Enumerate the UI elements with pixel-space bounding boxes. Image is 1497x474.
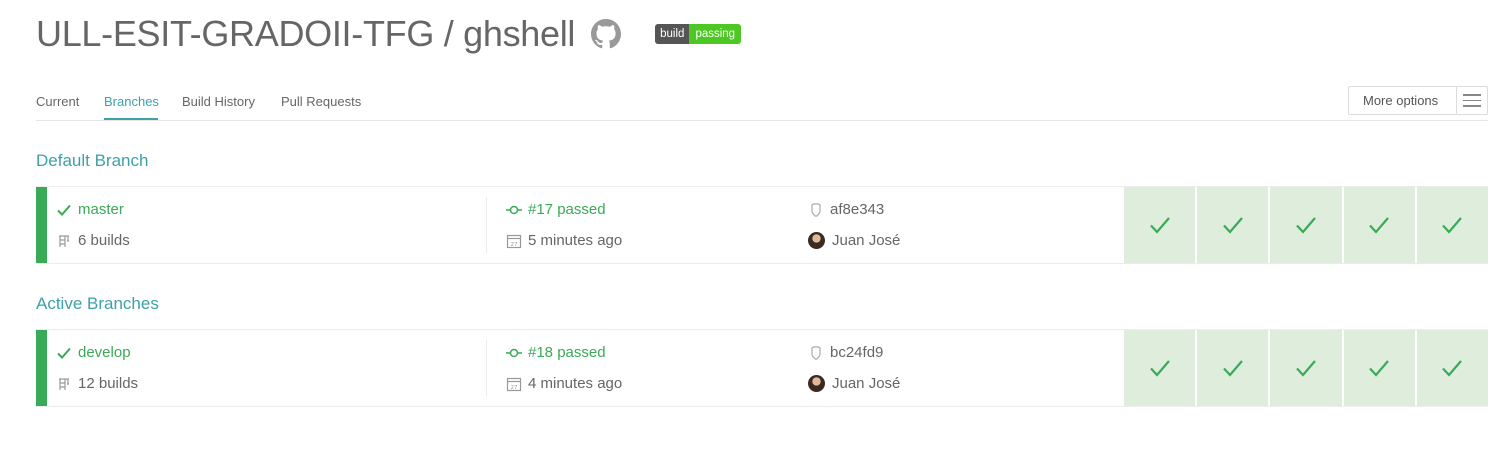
branch-name-cell[interactable]: develop	[56, 344, 131, 361]
default-branch-title: Default Branch	[36, 151, 149, 170]
github-commit-icon	[811, 202, 821, 217]
build-status-badge[interactable]: build passing	[655, 24, 742, 44]
matrix-cell[interactable]	[1124, 330, 1196, 406]
tab-branches[interactable]: Branches	[104, 94, 159, 109]
check-icon	[1149, 217, 1170, 234]
calendar-icon: 27	[506, 377, 522, 391]
check-icon	[1296, 217, 1316, 234]
matrix-cell[interactable]	[1416, 187, 1489, 263]
active-tab-indicator	[104, 118, 158, 120]
avatar	[808, 232, 825, 249]
check-icon	[1442, 217, 1463, 234]
matrix-cell[interactable]	[1270, 330, 1342, 406]
matrix-cell[interactable]	[1197, 187, 1269, 263]
column-divider	[486, 197, 487, 253]
check-icon	[1296, 360, 1316, 377]
build-time-cell: 27 4 minutes ago	[506, 375, 622, 392]
branch-row-master[interactable]: master 6 builds #17 passed 27 5 minutes …	[36, 186, 1489, 264]
svg-text:27: 27	[511, 242, 518, 248]
check-icon	[1222, 360, 1243, 377]
more-options-button[interactable]: More options	[1348, 86, 1488, 115]
matrix-cell[interactable]	[1416, 330, 1489, 406]
tab-current[interactable]: Current	[36, 94, 79, 109]
builds-count: 12 builds	[78, 375, 139, 392]
commit-icon	[506, 348, 522, 357]
branch-name-cell[interactable]: master	[56, 201, 124, 218]
check-icon	[1149, 360, 1170, 377]
matrix-cell[interactable]	[1270, 187, 1342, 263]
commit-sha-cell[interactable]: af8e343	[808, 201, 884, 218]
build-matrix	[1124, 187, 1489, 263]
hamburger-menu-icon[interactable]	[1456, 87, 1487, 114]
column-divider	[486, 340, 487, 396]
active-branches-title: Active Branches	[36, 294, 159, 313]
repo-header: ULL-ESIT-GRADOII-TFG / ghshell build pas…	[36, 12, 742, 56]
status-bar	[36, 330, 47, 406]
builds-count-cell: 6 builds	[56, 232, 130, 249]
tab-pull-requests[interactable]: Pull Requests	[281, 94, 361, 109]
last-build-status[interactable]: #17 passed	[528, 201, 606, 218]
branch-row-develop[interactable]: develop 12 builds #18 passed 27 4 minute…	[36, 329, 1489, 407]
check-icon	[1442, 360, 1463, 377]
check-icon	[1222, 217, 1243, 234]
repo-title[interactable]: ULL-ESIT-GRADOII-TFG / ghshell	[36, 13, 575, 55]
build-time-cell: 27 5 minutes ago	[506, 232, 622, 249]
avatar	[808, 375, 825, 392]
commit-sha[interactable]: bc24fd9	[830, 344, 883, 361]
last-build-status[interactable]: #18 passed	[528, 344, 606, 361]
check-icon	[1369, 217, 1390, 234]
svg-text:27: 27	[511, 385, 518, 391]
builds-count-cell: 12 builds	[56, 375, 138, 392]
repo-tabs: Current Branches Build History Pull Requ…	[36, 86, 1488, 121]
author-cell: Juan José	[808, 232, 900, 249]
build-time: 5 minutes ago	[528, 232, 623, 249]
build-matrix	[1124, 330, 1489, 406]
branch-name[interactable]: master	[78, 201, 124, 218]
author-name: Juan José	[832, 375, 901, 392]
last-build-cell[interactable]: #18 passed	[506, 344, 606, 361]
more-options-label: More options	[1363, 93, 1439, 108]
status-bar	[36, 187, 47, 263]
build-time: 4 minutes ago	[528, 375, 623, 392]
check-icon	[1369, 360, 1390, 377]
matrix-cell[interactable]	[1197, 330, 1269, 406]
builds-count: 6 builds	[78, 232, 130, 249]
branch-name[interactable]: develop	[78, 344, 131, 361]
builds-icon	[59, 377, 69, 390]
last-build-cell[interactable]: #17 passed	[506, 201, 606, 218]
check-icon	[57, 347, 71, 359]
badge-value: passing	[689, 24, 742, 44]
commit-icon	[506, 205, 522, 214]
builds-icon	[59, 234, 69, 247]
github-commit-icon	[811, 345, 821, 360]
github-icon[interactable]	[591, 19, 622, 49]
tab-build-history[interactable]: Build History	[182, 94, 255, 109]
matrix-cell[interactable]	[1343, 330, 1415, 406]
matrix-cell[interactable]	[1124, 187, 1196, 263]
badge-label: build	[655, 24, 690, 44]
commit-sha-cell[interactable]: bc24fd9	[808, 344, 883, 361]
check-icon	[57, 204, 71, 216]
calendar-icon: 27	[506, 234, 522, 248]
commit-sha[interactable]: af8e343	[830, 201, 884, 218]
author-name: Juan José	[832, 232, 901, 249]
matrix-cell[interactable]	[1343, 187, 1415, 263]
author-cell: Juan José	[808, 375, 900, 392]
